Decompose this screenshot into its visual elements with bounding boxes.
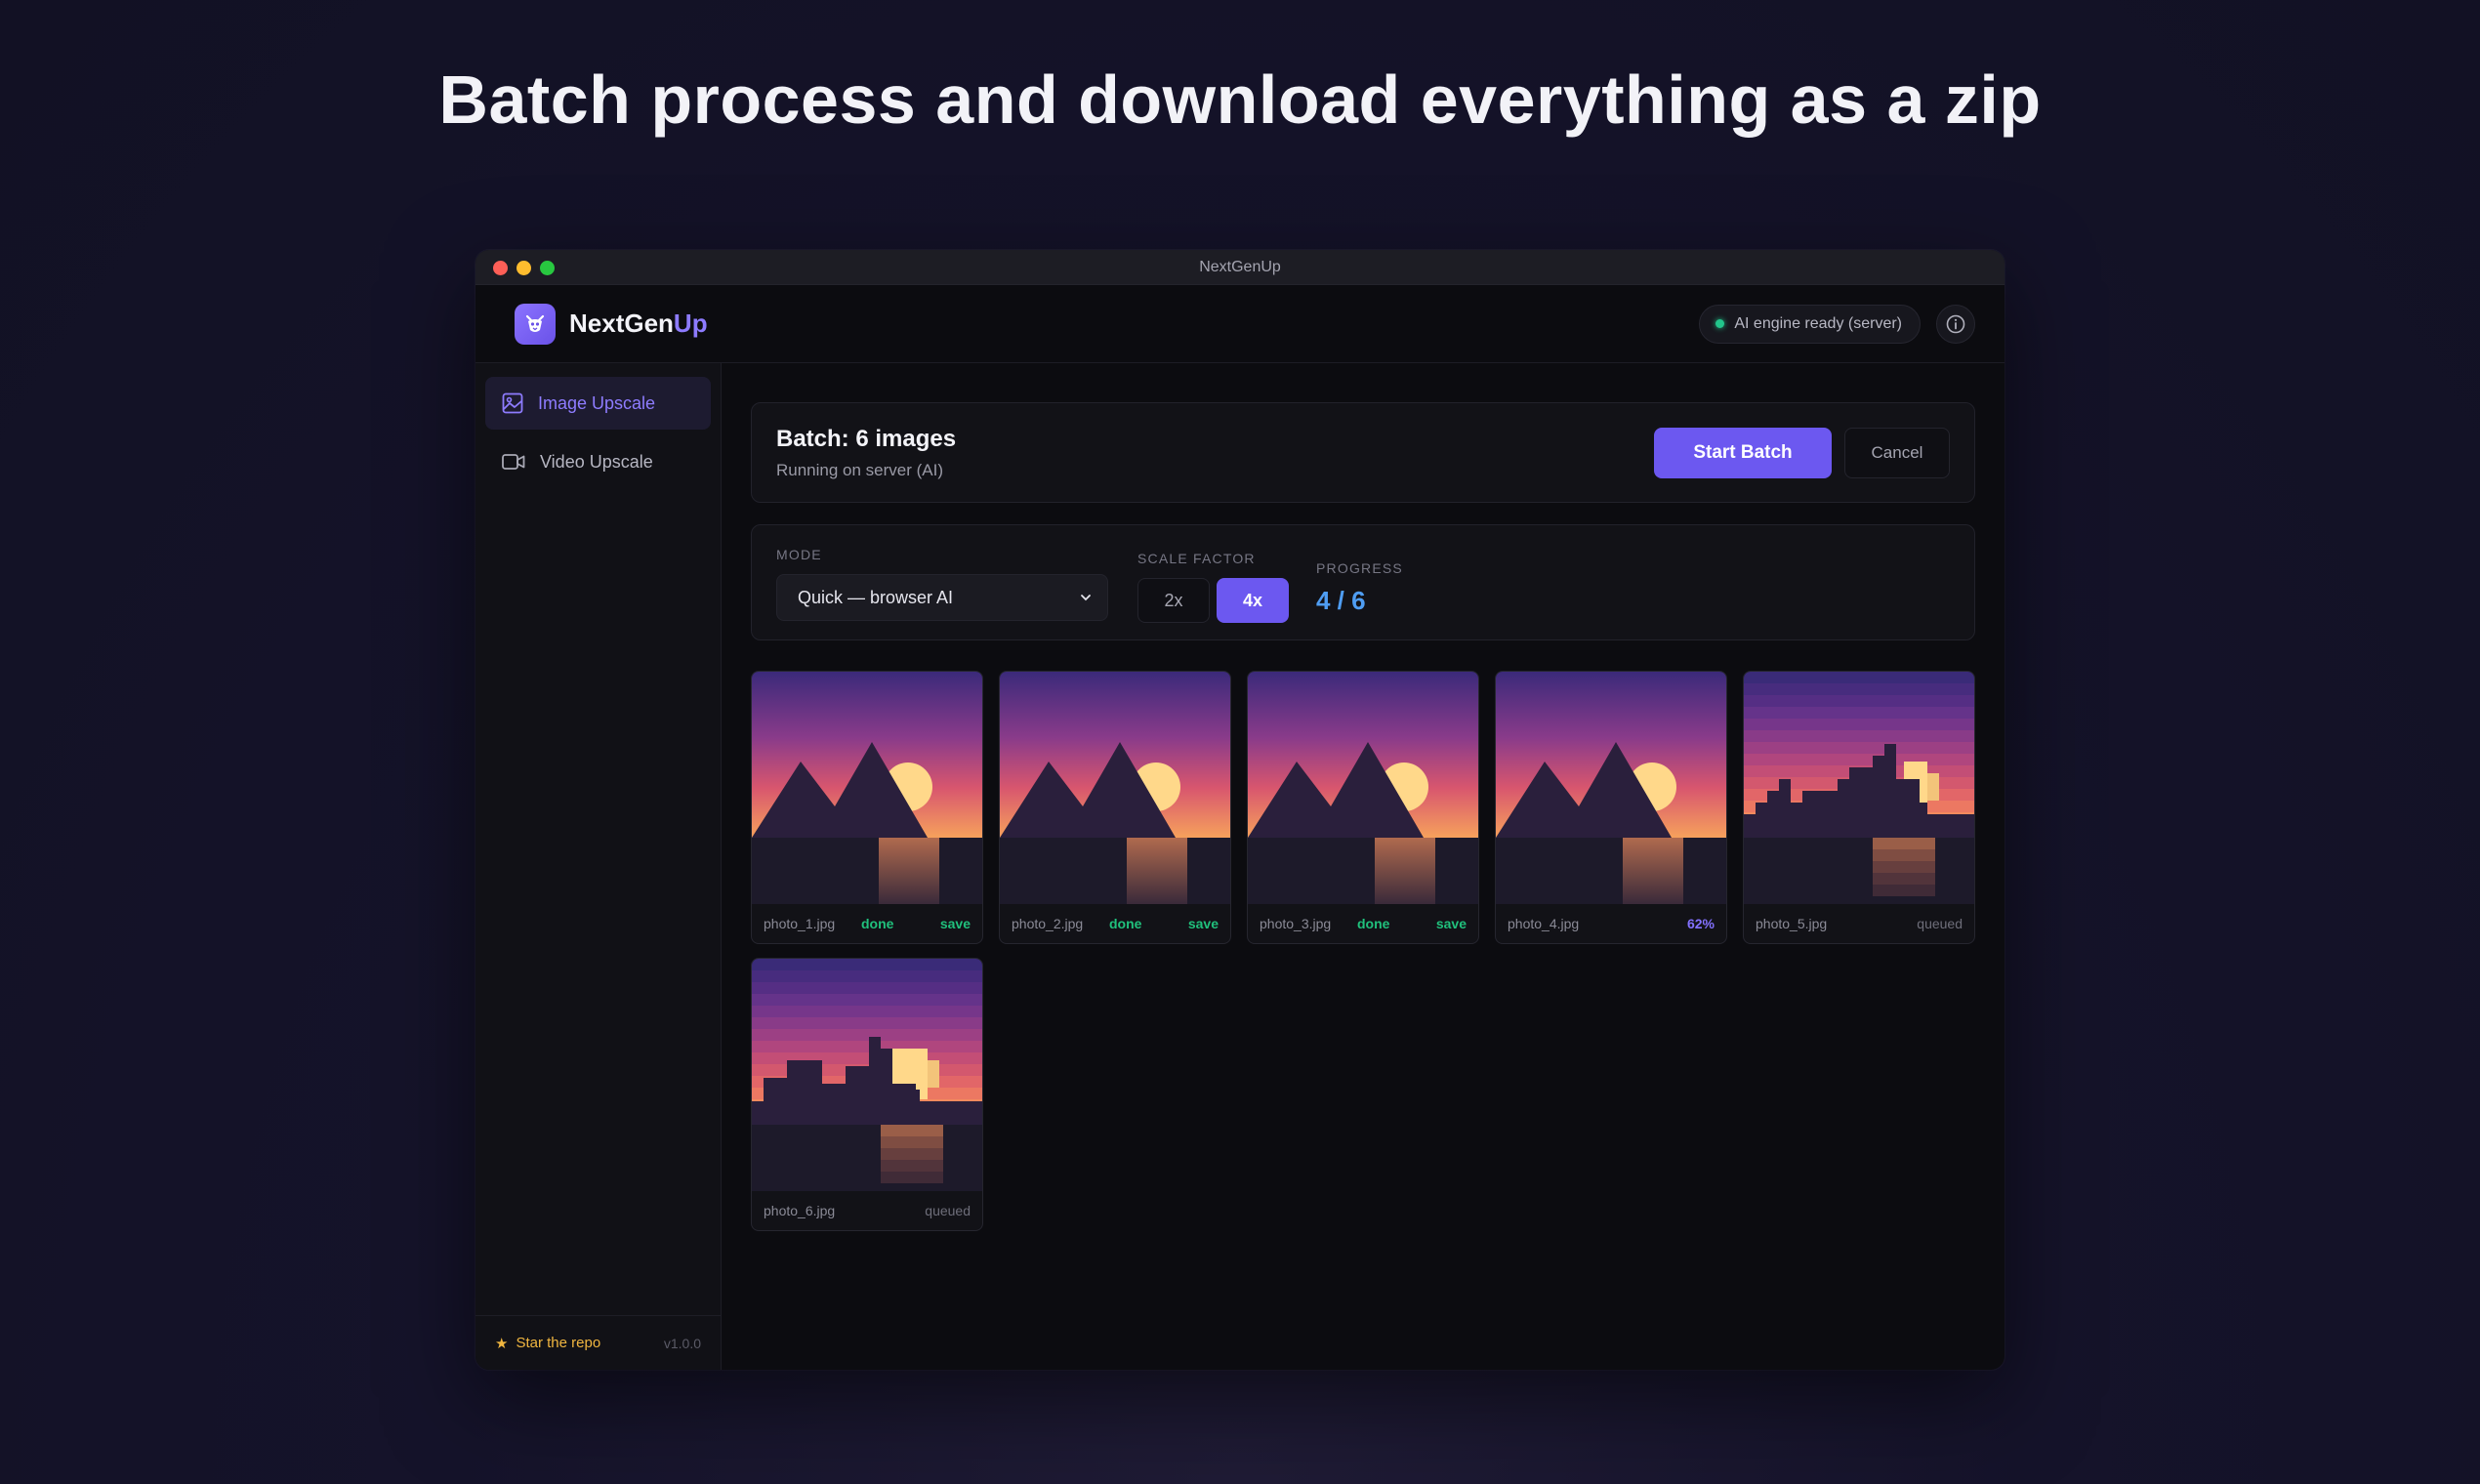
tile-status-area: queued	[1853, 916, 1963, 931]
star-repo-link[interactable]: ★ Star the repo	[495, 1335, 600, 1352]
start-batch-button[interactable]: Start Batch	[1654, 427, 1832, 478]
app-window: NextGenUp NextGenUp AI engine ready (ser…	[475, 250, 2005, 1370]
tile-status-area: queued	[861, 1203, 971, 1218]
mode-group: MODE Quick — browser AI	[776, 547, 1108, 621]
mode-select-value: Quick — browser AI	[798, 587, 954, 607]
file-name: photo_6.jpg	[764, 1203, 836, 1218]
info-button[interactable]	[1936, 304, 1975, 344]
scale-4x-button[interactable]: 4x	[1217, 578, 1289, 623]
mode-select[interactable]: Quick — browser AI	[776, 574, 1108, 621]
cancel-button[interactable]: Cancel	[1844, 427, 1950, 478]
engine-status-badge: AI engine ready (server)	[1699, 304, 1921, 344]
batch-info: Batch: 6 images Running on server (AI)	[776, 426, 956, 480]
progress-group: PROGRESS 4 / 6	[1316, 547, 1403, 616]
save-button[interactable]: save	[1188, 916, 1219, 931]
scale-2x-button[interactable]: 2x	[1137, 578, 1210, 623]
save-button[interactable]: save	[940, 916, 971, 931]
image-thumbnail	[1248, 672, 1478, 904]
tile-footer: photo_2.jpg done save	[1000, 904, 1230, 943]
file-name: photo_5.jpg	[1756, 916, 1828, 931]
minimize-window-button[interactable]	[517, 261, 531, 275]
image-thumbnail	[752, 959, 982, 1191]
file-name: photo_3.jpg	[1260, 916, 1332, 931]
brand-name: NextGenUp	[569, 309, 708, 339]
maximize-window-button[interactable]	[540, 261, 555, 275]
batch-subtitle: Running on server (AI)	[776, 460, 944, 479]
brand-name-main: NextGen	[569, 309, 674, 338]
sidebar: Image Upscale Video Upscale ★ Star the r…	[475, 363, 722, 1370]
header-right: AI engine ready (server)	[1699, 304, 1975, 344]
tile-footer: photo_4.jpg 62%	[1496, 904, 1726, 943]
progress-percent: 62%	[1686, 916, 1715, 931]
tile-footer: photo_6.jpg queued	[752, 1191, 982, 1230]
logo-icon	[515, 303, 556, 345]
sidebar-item-label: Video Upscale	[540, 451, 653, 472]
image-tile[interactable]: photo_1.jpg done save	[751, 671, 983, 944]
star-repo-label: Star the repo	[516, 1335, 601, 1351]
save-button[interactable]: save	[1436, 916, 1467, 931]
engine-status-text: AI engine ready (server)	[1734, 314, 1902, 332]
image-icon	[502, 392, 523, 414]
tile-footer: photo_3.jpg done save	[1248, 904, 1478, 943]
image-tile[interactable]: photo_6.jpg queued	[751, 958, 983, 1231]
file-name: photo_4.jpg	[1508, 916, 1580, 931]
sidebar-footer: ★ Star the repo v1.0.0	[475, 1315, 721, 1370]
video-icon	[502, 454, 525, 470]
image-tile[interactable]: photo_5.jpg queued	[1743, 671, 1975, 944]
status-label: done	[1357, 916, 1390, 931]
status-label: queued	[925, 1203, 971, 1218]
sidebar-item-label: Image Upscale	[538, 392, 656, 413]
batch-actions: Start Batch Cancel	[1654, 427, 1950, 478]
app-header: NextGenUp AI engine ready (server)	[475, 285, 2005, 363]
window-title: NextGenUp	[1199, 258, 1281, 275]
image-thumbnail	[1496, 672, 1726, 904]
batch-title: Batch: 6 images	[776, 425, 957, 452]
chevron-down-icon	[1081, 595, 1091, 601]
image-thumbnail	[1000, 672, 1230, 904]
version-label: v1.0.0	[663, 1335, 701, 1351]
scale-factor-label: SCALE FACTOR	[1137, 551, 1256, 566]
window-titlebar: NextGenUp	[475, 250, 2005, 285]
progress-value: 4 / 6	[1316, 586, 1366, 615]
status-label: done	[1109, 916, 1142, 931]
status-label: queued	[1917, 916, 1963, 931]
sidebar-item-video-upscale[interactable]: Video Upscale	[485, 435, 711, 488]
image-grid: photo_1.jpg done save photo_2.jpg done s…	[751, 671, 1975, 1231]
sidebar-item-image-upscale[interactable]: Image Upscale	[485, 377, 711, 430]
mode-label: MODE	[776, 547, 822, 562]
image-tile[interactable]: photo_2.jpg done save	[999, 671, 1231, 944]
tile-footer: photo_1.jpg done save	[752, 904, 982, 943]
image-tile[interactable]: photo_3.jpg done save	[1247, 671, 1479, 944]
tile-status-area: done save	[1109, 916, 1219, 931]
settings-card: MODE Quick — browser AI SCALE FACTOR 2x …	[751, 524, 1975, 640]
info-icon	[1946, 314, 1965, 333]
tile-status-area: 62%	[1605, 916, 1715, 931]
close-window-button[interactable]	[493, 261, 508, 275]
brand-name-accent: Up	[673, 309, 708, 338]
app-body: Image Upscale Video Upscale ★ Star the r…	[475, 363, 2005, 1370]
file-name: photo_1.jpg	[764, 916, 836, 931]
tile-status-area: done save	[861, 916, 971, 931]
main-content: Batch: 6 images Running on server (AI) S…	[722, 363, 2005, 1370]
star-icon: ★	[495, 1335, 509, 1352]
scale-factor-buttons: 2x 4x	[1137, 578, 1289, 623]
image-thumbnail	[1744, 672, 1974, 904]
batch-header-card: Batch: 6 images Running on server (AI) S…	[751, 402, 1975, 503]
status-label: done	[861, 916, 894, 931]
file-name: photo_2.jpg	[1012, 916, 1084, 931]
tile-footer: photo_5.jpg queued	[1744, 904, 1974, 943]
status-dot-icon	[1715, 319, 1725, 328]
image-thumbnail	[752, 672, 982, 904]
tile-status-area: done save	[1357, 916, 1467, 931]
page-headline: Batch process and download everything as…	[438, 62, 2042, 138]
progress-label: PROGRESS	[1316, 560, 1403, 576]
window-controls	[493, 261, 555, 275]
brand: NextGenUp	[515, 303, 708, 345]
image-tile[interactable]: photo_4.jpg 62%	[1495, 671, 1727, 944]
scale-factor-group: SCALE FACTOR 2x 4x	[1137, 547, 1289, 623]
